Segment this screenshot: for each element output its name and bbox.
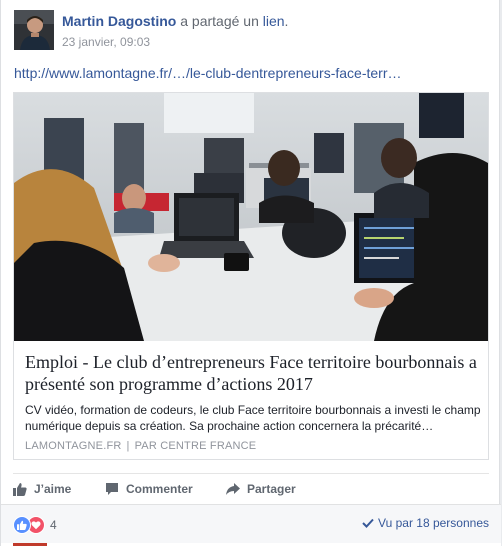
link-word[interactable]: lien bbox=[263, 13, 285, 29]
like-label: J’aime bbox=[34, 482, 72, 496]
avatar[interactable] bbox=[14, 10, 54, 50]
reactions-summary[interactable]: 4 bbox=[13, 516, 57, 534]
post-header: Martin Dagostino a partagé un lien. 23 j… bbox=[14, 10, 487, 54]
link-preview-card[interactable]: Emploi - Le club d’entrepreneurs Face te… bbox=[13, 92, 489, 460]
source-domain: LAMONTAGNE.FR bbox=[25, 440, 122, 452]
post-card: Martin Dagostino a partagé un lien. 23 j… bbox=[0, 0, 501, 546]
author-name[interactable]: Martin Dagostino bbox=[62, 13, 176, 29]
share-button[interactable]: Partager bbox=[226, 474, 296, 504]
article-photo[interactable] bbox=[14, 93, 488, 341]
like-reaction-icon bbox=[13, 516, 31, 534]
share-verb: a partagé un bbox=[180, 13, 259, 29]
post-url[interactable]: http://www.lamontagne.fr/…/le-club-dentr… bbox=[14, 65, 484, 81]
source-credit: PAR CENTRE FRANCE bbox=[134, 440, 257, 452]
thumbs-up-icon bbox=[13, 483, 27, 496]
comment-button[interactable]: Commenter bbox=[105, 474, 193, 504]
checkmark-icon bbox=[362, 518, 374, 528]
link-description: CV vidéo, formation de codeurs, le club … bbox=[25, 403, 481, 433]
reaction-stats-bar: 4 Vu par 18 personnes bbox=[1, 504, 501, 543]
link-title[interactable]: Emploi - Le club d’entrepreneurs Face te… bbox=[25, 351, 481, 395]
comment-label: Commenter bbox=[126, 482, 193, 496]
comment-icon bbox=[106, 483, 118, 495]
like-button[interactable]: J’aime bbox=[13, 474, 71, 504]
seen-by[interactable]: Vu par 18 personnes bbox=[362, 516, 489, 530]
action-bar: J’aime Commenter Partager bbox=[13, 473, 489, 504]
seen-by-label: Vu par 18 personnes bbox=[378, 516, 489, 530]
share-label: Partager bbox=[247, 482, 296, 496]
share-icon bbox=[226, 483, 240, 495]
link-source: LAMONTAGNE.FR | PAR CENTRE FRANCE bbox=[25, 440, 256, 452]
period: . bbox=[284, 13, 289, 29]
post-timestamp[interactable]: 23 janvier, 09:03 bbox=[62, 35, 150, 49]
reaction-count: 4 bbox=[50, 518, 57, 532]
source-separator: | bbox=[126, 440, 130, 452]
author-line: Martin Dagostino a partagé un lien. bbox=[62, 13, 288, 29]
